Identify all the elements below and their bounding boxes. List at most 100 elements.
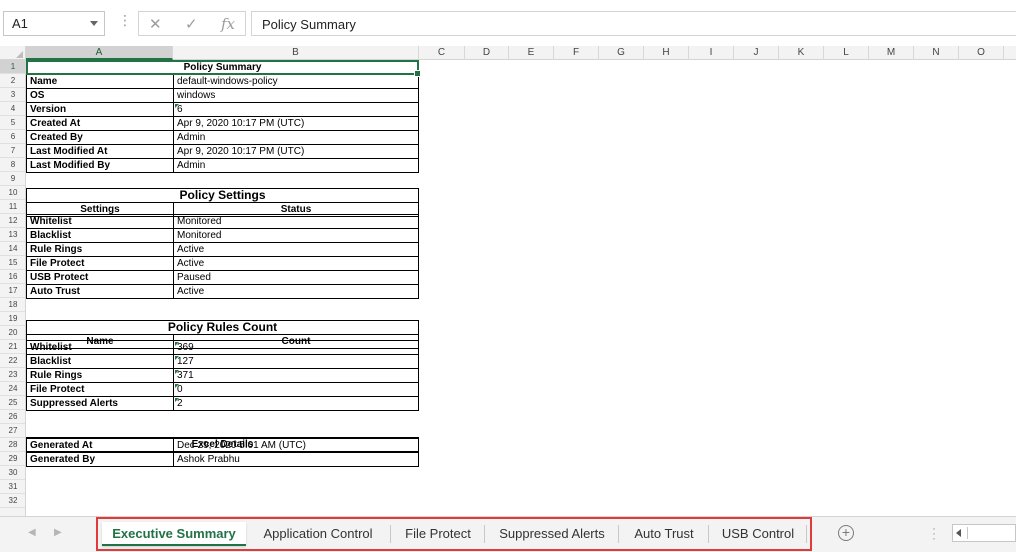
scrollbar-track[interactable] [967,527,1015,539]
scroll-left-icon[interactable] [956,529,961,537]
column-header[interactable]: B [173,46,419,60]
row-header[interactable]: 7 [0,144,25,158]
row-header[interactable]: 13 [0,228,25,242]
rules-value-cell[interactable]: 2 [173,396,419,411]
row-header[interactable]: 17 [0,284,25,298]
rules-label-cell[interactable]: Suppressed Alerts [26,396,174,411]
excel-label-cell[interactable]: Generated By [26,452,174,467]
add-sheet-icon[interactable]: + [838,525,854,541]
name-box[interactable]: A1 [3,11,105,36]
formula-input[interactable]: Policy Summary [251,11,1016,36]
enter-icon[interactable]: ✓ [185,15,198,33]
sheet-tab-executive-summary[interactable]: Executive Summary [102,522,246,546]
summary-value-cell[interactable]: Apr 9, 2020 10:17 PM (UTC) [173,116,419,131]
row-header[interactable]: 2 [0,74,25,88]
row-header[interactable]: 4 [0,102,25,116]
settings-label-cell[interactable]: Auto Trust [26,284,174,299]
column-header[interactable]: L [824,46,869,60]
summary-label-cell[interactable]: Last Modified At [26,144,174,159]
settings-label-cell[interactable]: USB Protect [26,270,174,285]
column-header[interactable]: F [554,46,599,60]
row-header[interactable]: 14 [0,242,25,256]
row-header[interactable]: 21 [0,340,25,354]
column-header[interactable]: G [599,46,644,60]
scroll-left-icon[interactable]: ◀ [28,527,36,538]
summary-value-cell[interactable]: windows [173,88,419,103]
row-header[interactable]: 11 [0,200,25,214]
row-header[interactable]: 18 [0,298,25,312]
column-header[interactable]: N [914,46,959,60]
column-header[interactable]: O [959,46,1004,60]
sheet-tab-application-control[interactable]: Application Control [250,522,386,546]
summary-title[interactable]: Policy Summary [26,60,419,75]
row-header[interactable]: 24 [0,382,25,396]
row-header[interactable]: 20 [0,326,25,340]
summary-label-cell[interactable]: OS [26,88,174,103]
row-header[interactable]: 30 [0,466,25,480]
row-header[interactable]: 31 [0,480,25,494]
summary-label-cell[interactable]: Name [26,74,174,89]
settings-label-cell[interactable]: Blacklist [26,228,174,243]
scroll-right-icon[interactable]: ▶ [54,527,62,538]
row-header[interactable]: 9 [0,172,25,186]
sheet-tab-suppressed-alerts[interactable]: Suppressed Alerts [488,522,616,546]
row-header[interactable]: 25 [0,396,25,410]
rules-label-cell[interactable]: Whitelist [26,340,174,355]
sheet-tab-file-protect[interactable]: File Protect [394,522,482,546]
summary-label-cell[interactable]: Version [26,102,174,117]
row-header[interactable]: 28 [0,438,25,452]
settings-label-cell[interactable]: Whitelist [26,214,174,229]
column-header[interactable]: J [734,46,779,60]
chevron-down-icon[interactable] [90,21,98,26]
settings-label-cell[interactable]: Rule Rings [26,242,174,257]
row-header[interactable]: 3 [0,88,25,102]
settings-value-cell[interactable]: Monitored [173,228,419,243]
summary-label-cell[interactable]: Created At [26,116,174,131]
settings-value-cell[interactable]: Active [173,284,419,299]
sheet-tab-usb-control[interactable]: USB Control [712,522,804,546]
summary-value-cell[interactable]: Admin [173,158,419,173]
settings-value-cell[interactable]: Active [173,242,419,257]
worksheet-grid[interactable]: Policy Summary Name default-windows-polic… [26,60,1016,516]
column-header[interactable]: A [26,46,173,60]
rules-value-cell[interactable]: 369 [173,340,419,355]
rules-value-cell[interactable]: 127 [173,354,419,369]
rules-value-cell[interactable]: 0 [173,382,419,397]
column-header[interactable]: C [419,46,465,60]
settings-value-cell[interactable]: Active [173,256,419,271]
row-header[interactable]: 26 [0,410,25,424]
summary-value-cell[interactable]: Apr 9, 2020 10:17 PM (UTC) [173,144,419,159]
row-header[interactable]: 12 [0,214,25,228]
row-header[interactable]: 16 [0,270,25,284]
settings-title[interactable]: Policy Settings [26,188,419,203]
row-header[interactable]: 27 [0,424,25,438]
summary-value-cell[interactable]: default-windows-policy [173,74,419,89]
summary-value-cell[interactable]: Admin [173,130,419,145]
row-header[interactable]: 15 [0,256,25,270]
summary-label-cell[interactable]: Created By [26,130,174,145]
rules-value-cell[interactable]: 371 [173,368,419,383]
settings-label-cell[interactable]: File Protect [26,256,174,271]
insert-function-icon[interactable]: fx [221,15,235,33]
row-header[interactable]: 1 [0,60,25,74]
rules-label-cell[interactable]: Blacklist [26,354,174,369]
excel-value-cell[interactable]: Dec 29, 2020 5:01 AM (UTC) [173,438,419,453]
row-header[interactable]: 10 [0,186,25,200]
settings-value-cell[interactable]: Paused [173,270,419,285]
column-header[interactable]: K [779,46,824,60]
sheet-tab-auto-trust[interactable]: Auto Trust [622,522,706,546]
column-header[interactable]: H [644,46,689,60]
more-options-icon[interactable]: · · · [932,522,936,544]
column-header[interactable]: D [465,46,509,60]
column-header[interactable]: E [509,46,554,60]
row-header[interactable]: 6 [0,130,25,144]
summary-value-cell[interactable]: 6 [173,102,419,117]
rules-title[interactable]: Policy Rules Count [26,320,419,335]
column-header[interactable]: M [869,46,914,60]
rules-label-cell[interactable]: Rule Rings [26,368,174,383]
row-header[interactable]: 5 [0,116,25,130]
column-header[interactable]: I [689,46,734,60]
select-all-button[interactable] [0,46,26,60]
excel-label-cell[interactable]: Generated At [26,438,174,453]
row-header[interactable]: 19 [0,312,25,326]
